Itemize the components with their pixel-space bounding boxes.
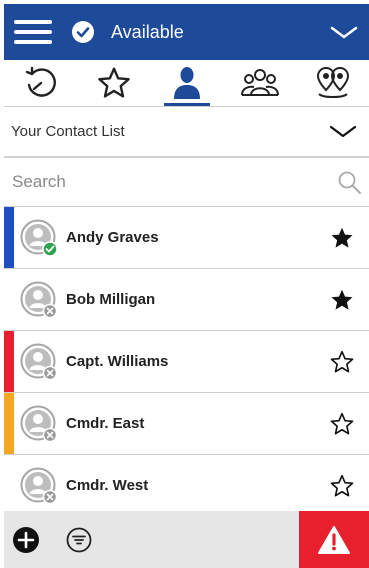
contact-name: Cmdr. West (66, 477, 149, 494)
star-filled-icon[interactable] (329, 287, 355, 313)
contact-list-label: Your Contact List (11, 123, 125, 140)
status-label[interactable]: Available (111, 22, 184, 43)
offline-x-icon (42, 365, 58, 380)
avatar (20, 219, 58, 257)
contact-name: Capt. Williams (66, 353, 169, 370)
offline-x-icon (42, 489, 58, 504)
app-header: Available (4, 4, 369, 60)
warning-icon (318, 525, 350, 554)
priority-bar (4, 207, 14, 268)
tab-locations[interactable] (308, 61, 358, 105)
contact-row[interactable]: Cmdr. East (4, 393, 369, 455)
star-outline-icon (97, 67, 130, 98)
star-outline-icon[interactable] (329, 473, 355, 499)
priority-bar (4, 393, 14, 454)
emergency-alert-button[interactable] (299, 511, 369, 568)
available-check-icon (72, 21, 94, 43)
map-pins-icon (316, 66, 349, 98)
footer-bar (4, 511, 369, 568)
priority-bar (4, 331, 14, 392)
tab-contacts[interactable] (162, 61, 212, 106)
star-outline-icon[interactable] (329, 411, 355, 437)
contact-name: Cmdr. East (66, 415, 145, 432)
history-icon (25, 66, 56, 97)
avatar (20, 281, 58, 319)
star-filled-icon[interactable] (329, 225, 355, 251)
contact-row[interactable]: Cmdr. West (4, 455, 369, 517)
tab-favorites[interactable] (89, 61, 139, 105)
tab-groups[interactable] (235, 61, 285, 105)
contact-row[interactable]: Capt. Williams (4, 331, 369, 393)
offline-x-icon (42, 303, 58, 318)
contact-row[interactable]: Bob Milligan (4, 269, 369, 331)
contact-name: Andy Graves (66, 229, 159, 246)
tab-bar (4, 60, 369, 106)
contact-list: Andy Graves Bob Milligan Capt. Williams Cmd… (4, 207, 369, 517)
person-icon (173, 67, 200, 99)
group-icon (240, 69, 279, 96)
search-input[interactable] (12, 172, 312, 192)
contact-list-dropdown[interactable]: Your Contact List (4, 107, 369, 156)
avatar (20, 467, 58, 505)
contact-row[interactable]: Andy Graves (4, 207, 369, 269)
avatar (20, 343, 58, 381)
contact-name: Bob Milligan (66, 291, 156, 308)
chevron-down-icon (329, 125, 357, 138)
chevron-down-icon[interactable] (329, 22, 359, 42)
filter-icon[interactable] (66, 527, 92, 553)
menu-icon[interactable] (14, 20, 52, 44)
offline-x-icon (42, 427, 58, 442)
search-bar (4, 158, 369, 206)
star-outline-icon[interactable] (329, 349, 355, 375)
online-check-icon (42, 240, 58, 257)
avatar (20, 405, 58, 443)
tab-recent[interactable] (16, 61, 66, 105)
plus-circle-icon[interactable] (12, 526, 40, 554)
search-icon[interactable] (337, 170, 363, 196)
